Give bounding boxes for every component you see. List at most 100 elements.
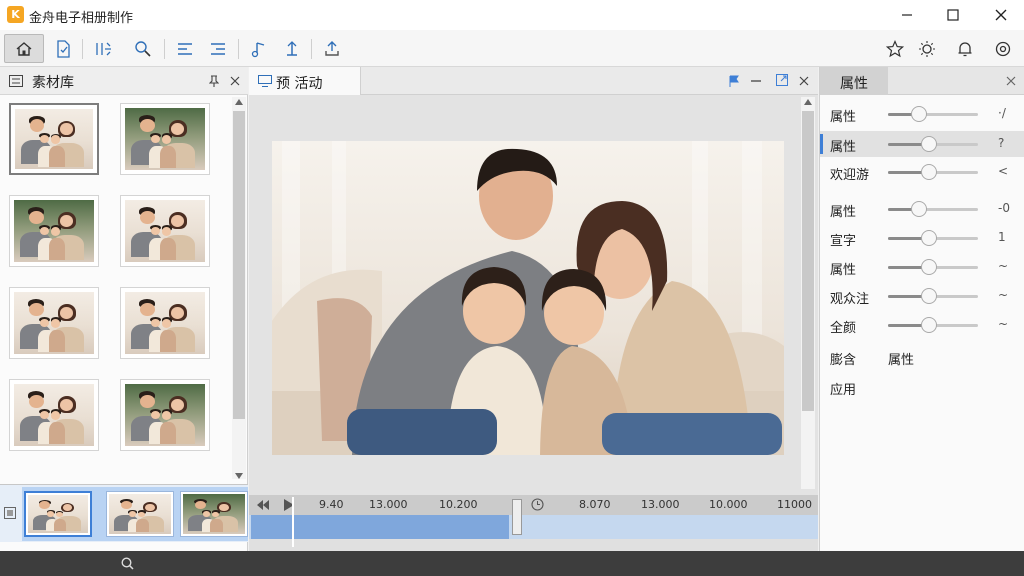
- preview-scroll-thumb[interactable]: [802, 111, 814, 411]
- property-row[interactable]: 属性?: [820, 131, 1024, 157]
- timeline-tick: 11000: [777, 498, 812, 511]
- slider-knob[interactable]: [911, 106, 927, 122]
- filmstrip-row: [0, 485, 248, 543]
- library-photo[interactable]: [9, 379, 99, 451]
- family-photo-thumbnail: [125, 108, 205, 170]
- zoom-button[interactable]: [128, 34, 158, 63]
- home-button[interactable]: [4, 34, 44, 63]
- toolbar-separator: [311, 39, 312, 59]
- notification-button[interactable]: [950, 34, 980, 63]
- property-row[interactable]: 观众注 ~: [820, 283, 1024, 309]
- brightness-button[interactable]: [912, 34, 942, 63]
- search-icon[interactable]: [121, 557, 134, 570]
- property-row[interactable]: 全颜 ~: [820, 312, 1024, 338]
- slider-knob[interactable]: [921, 136, 937, 152]
- property-label: 属性: [830, 140, 857, 155]
- playhead[interactable]: [292, 497, 294, 547]
- timeline-clip[interactable]: [251, 515, 509, 539]
- timer-icon[interactable]: [531, 498, 544, 511]
- zoom-icon: [135, 40, 151, 57]
- timeline-splitter[interactable]: [512, 499, 522, 535]
- scroll-up-icon[interactable]: [804, 99, 812, 105]
- property-row[interactable]: 属性 ~: [820, 254, 1024, 280]
- align-left-button[interactable]: [170, 34, 200, 63]
- library-photo[interactable]: [120, 379, 210, 451]
- slider-knob[interactable]: [911, 201, 927, 217]
- slider-knob[interactable]: [921, 317, 937, 333]
- status-bar: [0, 551, 1024, 576]
- preview-canvas[interactable]: [272, 141, 784, 455]
- slider-knob[interactable]: [921, 230, 937, 246]
- transition-icon: [96, 42, 111, 55]
- timeline-scrollbar[interactable]: [249, 539, 818, 551]
- popout-icon[interactable]: [776, 74, 788, 86]
- settings-button[interactable]: [988, 34, 1018, 63]
- apply-button[interactable]: 应用: [830, 379, 856, 398]
- bell-icon: [958, 41, 972, 56]
- library-photo[interactable]: [120, 195, 210, 267]
- music-button[interactable]: [244, 34, 274, 63]
- export-icon: [325, 40, 339, 56]
- new-file-button[interactable]: [48, 34, 78, 63]
- scroll-down-icon[interactable]: [235, 473, 243, 479]
- slider-knob[interactable]: [921, 164, 937, 180]
- filmstrip-photo[interactable]: [24, 491, 92, 537]
- app-logo: K: [7, 6, 24, 23]
- family-photo-thumbnail: [125, 200, 205, 262]
- library-title: 素材库: [32, 75, 74, 91]
- settings-icon: [995, 41, 1011, 56]
- library-scroll-thumb[interactable]: [233, 111, 245, 419]
- property-label: 属性: [830, 205, 857, 220]
- library-photo[interactable]: [9, 287, 99, 359]
- close-icon[interactable]: [799, 76, 809, 86]
- library-photo[interactable]: [9, 195, 99, 267]
- close-icon[interactable]: [1006, 76, 1016, 86]
- star-icon: [886, 39, 904, 57]
- maximize-button[interactable]: [930, 0, 976, 30]
- filmstrip-photo[interactable]: [180, 491, 248, 537]
- property-value: ?: [998, 136, 1005, 150]
- family-photo-thumbnail: [15, 109, 93, 169]
- slider-knob[interactable]: [921, 288, 937, 304]
- text-button[interactable]: [277, 34, 307, 63]
- library-photo[interactable]: [120, 287, 210, 359]
- apply-row[interactable]: 应用: [820, 374, 1024, 400]
- slider-knob[interactable]: [921, 259, 937, 275]
- minimize-panel-icon[interactable]: [751, 80, 761, 82]
- property-label: 观众注: [830, 292, 870, 307]
- property-row[interactable]: 属性 -0: [820, 196, 1024, 222]
- align-right-button[interactable]: [203, 34, 233, 63]
- timeline[interactable]: 9.40 13.000 10.200 8.070 13.000 10.000 1…: [249, 495, 818, 551]
- preview-icon: [258, 75, 272, 87]
- text-icon: [287, 40, 297, 56]
- property-value: ~: [998, 317, 1009, 331]
- property-row[interactable]: 属性 ·/: [820, 101, 1024, 127]
- tab-preview[interactable]: 预 活动: [249, 67, 361, 95]
- preview-tab-label: 预 活动: [276, 76, 323, 92]
- pin-icon[interactable]: [209, 75, 219, 87]
- minimize-icon: [902, 14, 912, 16]
- close-button[interactable]: [978, 0, 1024, 30]
- align-left-icon: [178, 42, 192, 55]
- align-right-icon: [211, 42, 225, 55]
- scroll-up-icon[interactable]: [235, 99, 243, 105]
- filmstrip: [0, 484, 248, 542]
- close-icon[interactable]: [230, 76, 240, 86]
- properties-footer-row: 膨含 属性: [820, 344, 1024, 370]
- toolbar: [0, 30, 1024, 67]
- property-row[interactable]: 宣字 1: [820, 225, 1024, 251]
- flag-icon[interactable]: [729, 75, 739, 87]
- transition-button[interactable]: [88, 34, 118, 63]
- export-button[interactable]: [317, 34, 347, 63]
- toolbar-separator: [82, 39, 83, 59]
- tab-properties[interactable]: 属性: [820, 67, 888, 95]
- minimize-button[interactable]: [884, 0, 930, 30]
- favorite-button[interactable]: [880, 34, 910, 63]
- filmstrip-photo[interactable]: [106, 491, 174, 537]
- list-icon[interactable]: [9, 75, 23, 87]
- library-photo[interactable]: [9, 103, 99, 175]
- rewind-icon[interactable]: [257, 499, 269, 511]
- property-row[interactable]: 欢迎游 <: [820, 159, 1024, 185]
- library-photo[interactable]: [120, 103, 210, 175]
- property-label: 膨含: [830, 353, 857, 368]
